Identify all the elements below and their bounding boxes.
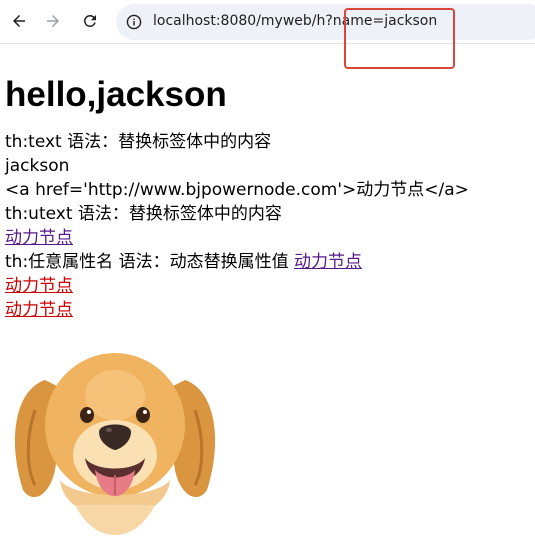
reload-button[interactable] [77, 8, 103, 34]
page-heading: hello,jackson [5, 75, 227, 114]
attr-line: th:任意属性名 语法：动态替换属性值 动力节点 [5, 250, 535, 274]
text-line-3: <a href='http://www.bjpowernode.com'>动力节… [5, 180, 469, 200]
text-line-2: jackson [5, 156, 70, 176]
utext-link[interactable]: 动力节点 [5, 228, 73, 248]
text-line-4: th:utext 语法：替换标签体中的内容 [5, 204, 282, 224]
attr-label: th:任意属性名 语法：动态替换属性值 [5, 252, 294, 272]
utext-link-line: 动力节点 [5, 226, 535, 250]
browser-toolbar: localhost:8080/myweb/h?name=jackson [0, 0, 535, 44]
text-line-1: th:text 语法：替换标签体中的内容 [5, 132, 272, 152]
red-link-line-1: 动力节点 [5, 274, 535, 298]
back-arrow-icon [13, 15, 25, 27]
golden-retriever-illustration [14, 353, 216, 535]
site-info-icon[interactable] [126, 14, 142, 30]
back-button[interactable] [6, 8, 32, 34]
red-link-line-2: 动力节点 [5, 298, 535, 322]
page-content: hello,jackson th:text 语法：替换标签体中的内容 jacks… [5, 60, 535, 322]
red-link-1[interactable]: 动力节点 [5, 276, 73, 296]
forward-arrow-icon [47, 15, 59, 27]
forward-button[interactable] [40, 8, 66, 34]
attr-link[interactable]: 动力节点 [294, 252, 362, 272]
red-link-2[interactable]: 动力节点 [5, 300, 73, 320]
dog-image [5, 330, 225, 550]
address-bar[interactable]: localhost:8080/myweb/h?name=jackson [116, 4, 535, 40]
url-text[interactable]: localhost:8080/myweb/h?name=jackson [153, 13, 437, 29]
reload-icon [84, 14, 96, 27]
